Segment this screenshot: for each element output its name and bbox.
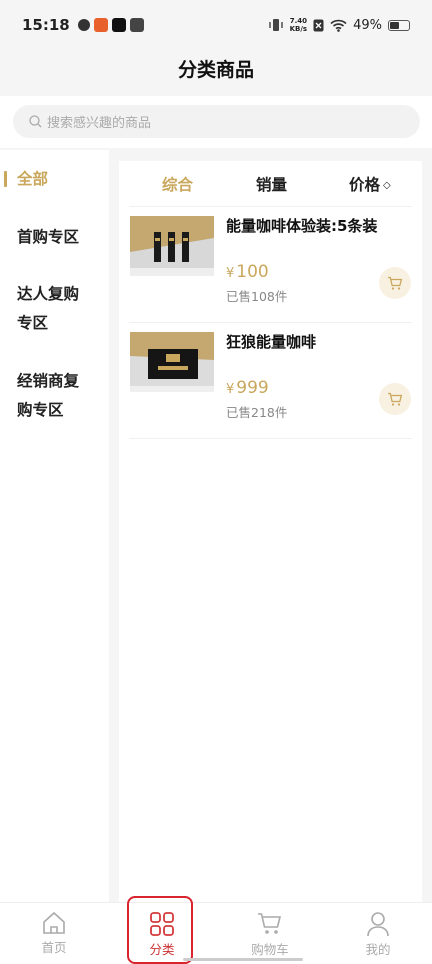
product-image [130,332,214,392]
product-title: 能量咖啡体验装:5条装 [226,217,378,235]
sort-comprehensive[interactable]: 综合 [162,173,193,195]
home-indicator [183,958,303,961]
currency-symbol: ¥ [226,266,235,281]
add-to-cart-button[interactable] [379,267,411,299]
product-sold: 已售108件 [226,289,288,304]
vibrate-icon [268,19,283,31]
notification-icons [77,18,144,32]
sidebar-item-dealer-repurchase-line2[interactable]: 购专区 [0,396,64,425]
tiktok-icon [111,18,126,32]
product-sold: 已售218件 [226,405,288,420]
net-speed: 7.40 KB/s [290,17,307,33]
tab-home-label: 首页 [41,940,67,955]
search-bar: 搜索感兴趣的商品 [0,96,432,148]
sort-bar: 综合 销量 价格 ◇ [129,161,412,207]
net-speed-unit: KB/s [289,25,308,33]
sidebar-item-influencer-repurchase-line2[interactable]: 专区 [0,309,48,338]
wifi-icon [330,19,347,32]
status-time: 15:18 [22,16,70,34]
tab-highlight-box [127,896,193,964]
product-list: 综合 销量 价格 ◇ 能量咖啡体验装:5条装 ¥100 已售108件 狂狼能量咖… [119,161,422,902]
category-sidebar: 全部 首购专区 达人复购 专区 经销商复 购专区 [0,150,109,902]
status-right: 7.40 KB/s 49% [268,17,410,33]
search-input[interactable]: 搜索感兴趣的商品 [13,105,420,138]
currency-symbol: ¥ [226,382,235,397]
cart-icon [388,276,403,290]
search-icon [29,115,42,128]
app-notification-icon [93,18,108,32]
sort-price-label: 价格 [349,176,381,194]
page-title: 分类商品 [0,50,432,96]
sort-arrow-icon: ◇ [383,180,391,191]
search-placeholder: 搜索感兴趣的商品 [47,116,152,131]
product-item[interactable]: 能量咖啡体验装:5条装 ¥100 已售108件 [129,207,412,323]
shopping-cart-icon [258,913,282,934]
app-notification-icon [77,19,90,31]
status-bar: 15:18 7.40 KB/s 49% [0,0,432,50]
product-title: 狂狼能量咖啡 [226,333,317,351]
net-speed-value: 7.40 [289,17,307,25]
user-icon [367,912,389,937]
sort-price[interactable]: 价格 ◇ [349,173,391,195]
battery-icon [388,19,410,31]
sim-icon [313,19,324,31]
sidebar-item-dealer-repurchase[interactable]: 经销商复 [0,367,79,396]
tab-mine-label: 我的 [365,942,391,957]
tab-home[interactable]: 首页 [14,903,94,964]
cart-icon [388,392,403,406]
home-icon [43,911,65,934]
tab-cart-label: 购物车 [251,942,289,957]
tab-mine[interactable]: 我的 [338,903,418,964]
app-notification-icon [129,18,144,32]
bottom-tab-bar: 首页 分类 购物车 我的 [0,902,432,964]
battery-percent: 49% [353,17,382,33]
product-item[interactable]: 狂狼能量咖啡 ¥999 已售218件 [129,323,412,439]
sort-sales[interactable]: 销量 [256,173,287,195]
sidebar-item-first-purchase[interactable]: 首购专区 [0,223,79,252]
product-price: ¥100 [226,262,269,282]
sidebar-item-influencer-repurchase[interactable]: 达人复购 [0,280,79,309]
price-value: 999 [236,378,269,398]
product-price: ¥999 [226,378,269,398]
sidebar-item-all[interactable]: 全部 [0,165,48,194]
price-value: 100 [236,262,269,282]
product-image [130,216,214,276]
add-to-cart-button[interactable] [379,383,411,415]
tab-cart[interactable]: 购物车 [230,903,310,964]
